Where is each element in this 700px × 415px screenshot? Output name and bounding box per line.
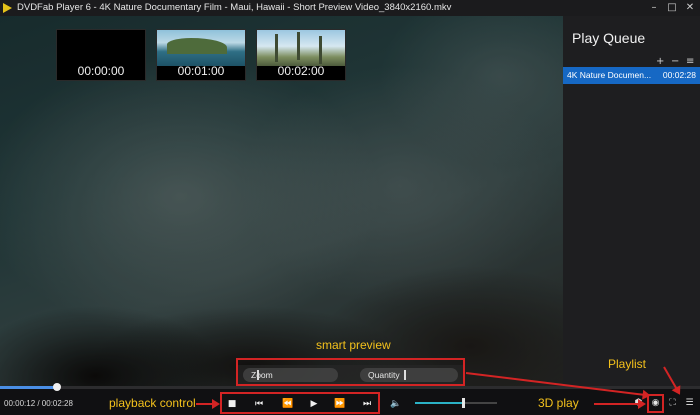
add-to-queue-icon[interactable]: + — [656, 56, 664, 67]
preview-thumbnail[interactable]: 00:00:00 — [56, 29, 146, 81]
queue-item-title: 4K Nature Documen... — [567, 70, 652, 80]
volume-icon[interactable]: 🔈 — [389, 398, 403, 410]
3d-play-annotation: 3D play — [538, 396, 579, 410]
play-queue-title: Play Queue — [572, 30, 646, 46]
3d-play-arrow — [594, 399, 646, 409]
close-icon[interactable]: ✕ — [681, 0, 699, 16]
volume-slider[interactable] — [415, 398, 497, 408]
playback-control-highlight — [220, 392, 380, 414]
thumbnail-time: 00:01:00 — [177, 64, 225, 78]
smart-preview-highlight — [236, 358, 465, 386]
queue-menu-icon[interactable]: ≡ — [686, 56, 694, 67]
queue-item-duration: 00:02:28 — [662, 70, 696, 80]
seek-bar-fill — [0, 386, 57, 389]
time-readout: 00:00:12 / 00:02:28 — [4, 399, 73, 408]
playlist-annotation: Playlist — [608, 357, 647, 371]
minimize-icon[interactable]: – — [645, 0, 663, 16]
queue-item[interactable]: 4K Nature Documen... 00:02:28 — [563, 67, 700, 84]
preview-thumbnail[interactable]: 00:02:00 — [256, 29, 346, 81]
play-queue-panel: Play Queue + − ≡ 4K Nature Documen... 00… — [563, 16, 700, 386]
thumbnail-time: 00:02:00 — [277, 64, 325, 78]
smart-preview-annotation: smart preview — [316, 338, 391, 352]
window-title: DVDFab Player 6 - 4K Nature Documentary … — [17, 2, 452, 13]
title-bar: DVDFab Player 6 - 4K Nature Documentary … — [0, 0, 700, 16]
thumbnail-time: 00:00:00 — [77, 64, 125, 78]
maximize-icon[interactable]: □ — [663, 0, 681, 16]
seek-bar-handle[interactable] — [52, 383, 61, 391]
playlist-icon[interactable]: ☰ — [683, 397, 696, 410]
thumbnail-image — [57, 30, 145, 66]
fullscreen-icon[interactable]: ⛶ — [666, 397, 679, 410]
thumbnail-image — [257, 30, 345, 66]
playback-control-annotation: playback control — [109, 396, 196, 410]
dvdfab-logo-icon — [3, 3, 12, 13]
remove-from-queue-icon[interactable]: − — [671, 56, 679, 67]
thumbnail-image — [157, 30, 245, 66]
volume-fill — [415, 402, 462, 404]
playback-control-arrow — [196, 399, 220, 409]
preview-thumbnail[interactable]: 00:01:00 — [156, 29, 246, 81]
volume-handle[interactable] — [461, 398, 465, 408]
